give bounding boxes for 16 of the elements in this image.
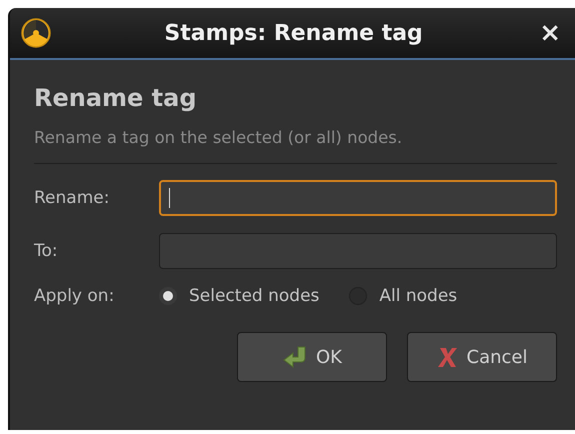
dialog-heading: Rename tag <box>34 84 198 112</box>
input-field[interactable] <box>159 233 557 269</box>
ok-button[interactable]: OK <box>237 332 387 382</box>
radio-label[interactable]: All nodes <box>379 286 458 306</box>
dialog-description: Rename a tag on the selected (or all) nodes. <box>34 128 404 147</box>
cross-icon <box>436 345 458 369</box>
cancel-button[interactable]: Cancel <box>407 332 557 382</box>
close-button[interactable]: × <box>535 18 565 48</box>
field-label: Apply on: <box>34 286 116 306</box>
radio-button[interactable] <box>159 287 177 305</box>
radio-label[interactable]: Selected nodes <box>189 286 320 306</box>
logo-icon <box>20 17 52 49</box>
field-label: To: <box>34 241 59 261</box>
field-label: Rename: <box>34 188 110 208</box>
input-field[interactable] <box>159 180 557 216</box>
window-title: Stamps: Rename tag <box>163 20 424 46</box>
